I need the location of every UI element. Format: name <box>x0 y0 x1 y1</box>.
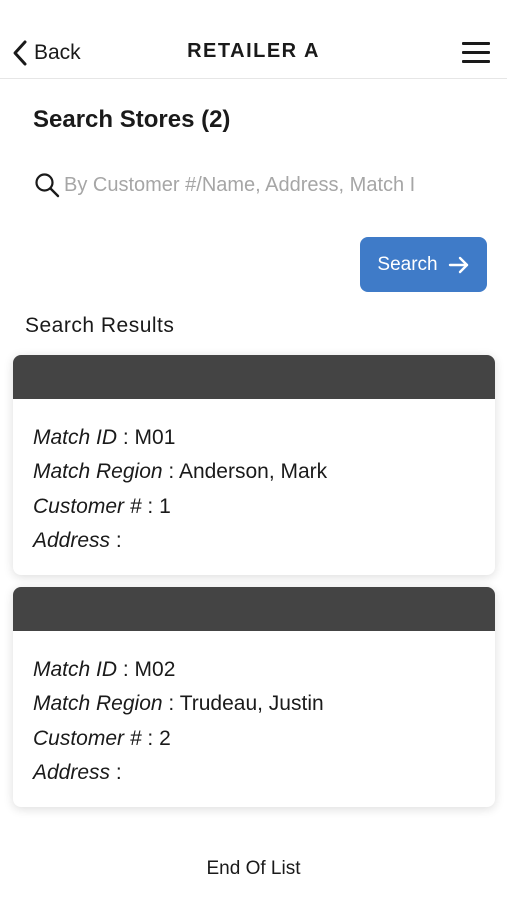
card-header <box>13 355 495 399</box>
customer-label: Customer # <box>33 726 142 750</box>
match-id-row: Match ID : M01 <box>33 426 176 449</box>
address-row: Address : <box>33 528 122 552</box>
customer-label: Customer # <box>33 494 142 518</box>
search-results-label: Search Results <box>25 314 175 337</box>
customer-row: Customer # : 1 <box>33 494 171 518</box>
search-field[interactable] <box>34 168 474 202</box>
match-region-row: Match Region : Trudeau, Justin <box>33 692 324 716</box>
top-bar: Back RETAILER A <box>0 0 507 79</box>
match-id-value: M02 <box>134 658 176 681</box>
search-icon <box>35 173 60 198</box>
match-id-row: Match ID : M02 <box>33 658 176 681</box>
search-input[interactable] <box>64 173 474 197</box>
hamburger-menu-icon[interactable] <box>458 40 492 66</box>
result-card[interactable]: Match ID : M01 Match Region : Anderson, … <box>13 355 495 575</box>
match-id-label: Match ID <box>33 658 118 681</box>
customer-value: 1 <box>159 494 171 518</box>
match-id-label: Match ID <box>33 426 118 449</box>
match-region-value: Trudeau, Justin <box>179 692 324 716</box>
address-row: Address : <box>33 760 122 784</box>
match-region-row: Match Region : Anderson, Mark <box>33 460 328 484</box>
match-region-value: Anderson, Mark <box>178 460 328 484</box>
match-id-value: M01 <box>134 426 176 449</box>
address-label: Address <box>33 528 111 552</box>
arrow-right-icon <box>448 256 468 273</box>
page-title: Search Stores (2) <box>33 106 231 133</box>
end-of-list-text: End Of List <box>206 858 301 879</box>
match-region-label: Match Region <box>33 692 163 716</box>
search-button-label: Search <box>377 253 438 275</box>
result-card[interactable]: Match ID : M02 Match Region : Trudeau, J… <box>13 587 495 807</box>
card-body: Match ID : M01 Match Region : Anderson, … <box>13 399 495 558</box>
card-body: Match ID : M02 Match Region : Trudeau, J… <box>13 631 495 790</box>
customer-value: 2 <box>159 726 171 750</box>
match-region-label: Match Region <box>33 460 163 484</box>
app-title: RETAILER A <box>187 40 320 62</box>
address-label: Address <box>33 760 111 784</box>
search-button[interactable]: Search <box>360 237 487 292</box>
card-header <box>13 587 495 631</box>
customer-row: Customer # : 2 <box>33 726 171 750</box>
